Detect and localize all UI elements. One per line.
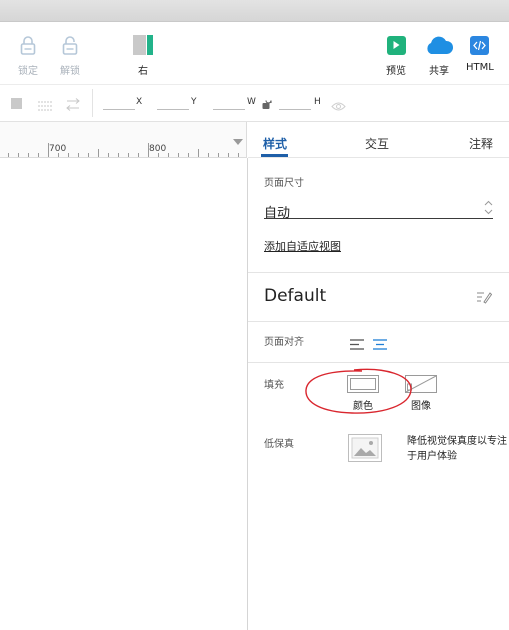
lock-button[interactable]: 锁定	[17, 34, 39, 77]
align-center-icon[interactable]	[373, 335, 387, 354]
section-divider	[248, 321, 509, 322]
tab-interaction[interactable]: 交互	[365, 135, 389, 152]
x-input[interactable]	[103, 109, 135, 110]
properties-bar: X Y W H	[0, 84, 509, 122]
ruler-tick	[168, 153, 169, 157]
ruler-tick	[188, 153, 189, 157]
swap-arrows-icon[interactable]	[66, 96, 80, 115]
ruler-tick	[88, 153, 89, 157]
lofi-toggle[interactable]	[348, 434, 382, 466]
align-right-icon	[132, 34, 154, 56]
ruler-tick	[138, 153, 139, 157]
lofi-image-icon	[348, 434, 382, 462]
code-icon	[469, 34, 491, 56]
ruler-label-700: 700	[49, 144, 67, 154]
ruler-tick	[128, 153, 129, 157]
border-style-icon[interactable]	[38, 97, 52, 116]
section-divider	[248, 362, 509, 363]
inspector-panel: 样式 交互 注释 页面尺寸 自动 添加自适应视图 Default 页面对齐 填充…	[248, 122, 509, 630]
align-right-button[interactable]: 右	[132, 34, 154, 77]
main-toolbar: 锁定 解锁 右 预览 共享 HTML	[0, 22, 509, 84]
horizontal-ruler: 700 800	[0, 122, 247, 158]
w-label: W	[247, 97, 256, 107]
ruler-tick	[108, 153, 109, 157]
preview-button[interactable]: 预览	[385, 34, 407, 77]
ruler-tick	[8, 153, 9, 157]
ruler-tick	[18, 153, 19, 157]
aspect-lock-icon[interactable]	[262, 95, 272, 114]
color-swatch-icon	[347, 375, 379, 393]
toolbar-divider	[92, 89, 93, 117]
fill-image-label: 图像	[411, 401, 431, 412]
ruler-tick	[78, 153, 79, 157]
visibility-icon[interactable]	[331, 97, 346, 116]
title-bar	[0, 0, 509, 22]
ruler-tick	[218, 153, 219, 157]
ruler-tick	[38, 153, 39, 157]
fill-image-button[interactable]: 图像	[405, 375, 437, 412]
ruler-tick	[28, 153, 29, 157]
ruler-label-800: 800	[149, 144, 167, 154]
ruler-tick	[68, 153, 69, 157]
height-input[interactable]	[279, 109, 311, 110]
cloud-icon	[424, 34, 454, 56]
unlock-button[interactable]: 解锁	[59, 34, 81, 77]
y-label: Y	[191, 97, 197, 107]
ruler-tick	[228, 153, 229, 157]
edit-style-icon[interactable]	[476, 289, 493, 308]
add-adaptive-view-link[interactable]: 添加自适应视图	[264, 238, 341, 254]
unlock-label: 解锁	[60, 66, 80, 77]
tab-notes[interactable]: 注释	[469, 135, 493, 152]
ruler-tick	[238, 153, 239, 157]
select-stepper-icon[interactable]	[484, 200, 493, 219]
share-button[interactable]: 共享	[424, 34, 454, 77]
lock-icon	[17, 34, 39, 56]
html-button[interactable]: HTML	[466, 34, 494, 73]
design-canvas[interactable]	[0, 158, 248, 630]
lock-label: 锁定	[18, 66, 38, 77]
ruler-tick	[198, 149, 199, 157]
active-tab-indicator	[261, 154, 288, 157]
lofi-description: 降低视觉保真度以专注于用户体验	[407, 436, 507, 462]
unlock-icon	[59, 34, 81, 56]
fill-label: 填充	[264, 380, 284, 391]
select-underline	[264, 218, 493, 219]
share-label: 共享	[429, 66, 449, 77]
fill-color-button[interactable]: 颜色	[347, 375, 379, 412]
lofi-label: 低保真	[264, 439, 294, 450]
width-input[interactable]	[213, 109, 245, 110]
html-label: HTML	[466, 62, 494, 73]
page-size-title: 页面尺寸	[264, 178, 304, 189]
ruler-tick	[118, 153, 119, 157]
fill-color-label: 颜色	[353, 401, 373, 412]
inspector-tabs: 样式 交互 注释	[248, 122, 509, 158]
h-label: H	[314, 97, 321, 107]
y-input[interactable]	[157, 109, 189, 110]
x-label: X	[136, 97, 143, 107]
image-swatch-icon	[405, 375, 437, 393]
align-right-label: 右	[138, 66, 148, 77]
tab-style[interactable]: 样式	[263, 135, 287, 152]
preview-label: 预览	[386, 66, 406, 77]
fill-swatch-icon[interactable]	[11, 98, 22, 109]
app-window: 锁定 解锁 右 预览 共享 HTML X Y W H 700 800 样式 交互…	[0, 0, 509, 630]
page-align-label: 页面对齐	[264, 337, 304, 348]
style-name: Default	[264, 286, 327, 306]
ruler-tick	[208, 153, 209, 157]
ruler-dropdown-icon[interactable]	[233, 130, 243, 149]
ruler-tick	[178, 153, 179, 157]
play-icon	[385, 34, 407, 56]
align-left-icon[interactable]	[350, 335, 364, 354]
ruler-tick	[98, 149, 99, 157]
section-divider	[248, 272, 509, 273]
